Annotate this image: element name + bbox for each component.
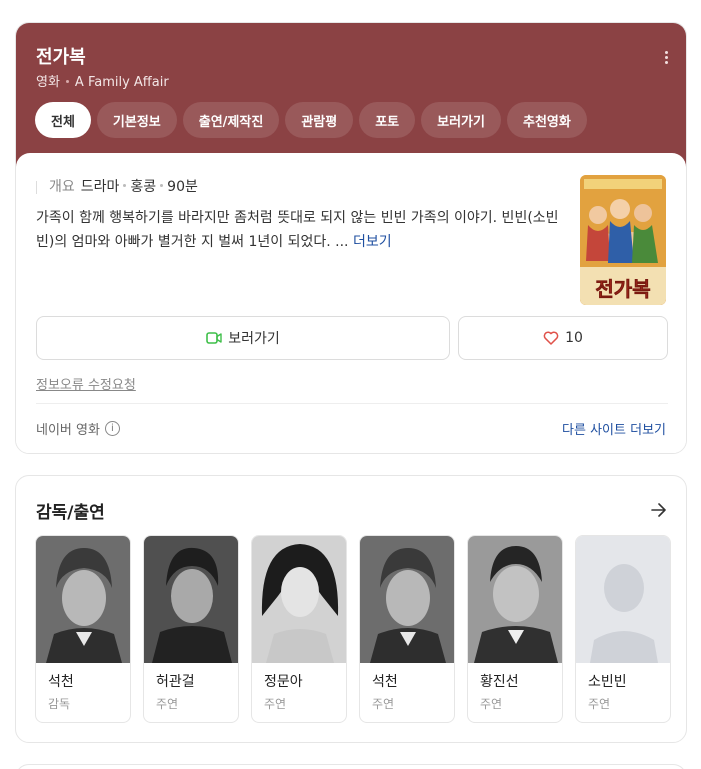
person-name: 소빈빈 <box>588 674 627 690</box>
person-name: 황진선 <box>480 674 519 690</box>
overview-label: 개요 <box>49 179 75 195</box>
default-avatar-icon <box>576 536 670 663</box>
video-icon <box>206 332 222 344</box>
heart-icon <box>543 331 559 345</box>
person-card[interactable]: 석천 감독 <box>35 535 131 723</box>
person-card[interactable]: 석천 주연 <box>359 535 455 723</box>
more-options-icon[interactable] <box>660 51 672 67</box>
info-icon[interactable]: i <box>104 421 120 436</box>
person-role: 주연 <box>264 697 287 711</box>
person-photo <box>36 536 130 663</box>
tab-all[interactable]: 전체 <box>35 102 91 138</box>
arrow-right-icon[interactable] <box>650 502 668 518</box>
source-info: 네이버 영화 i <box>36 419 120 438</box>
tab-basic-info[interactable]: 기본정보 <box>96 102 177 138</box>
tab-bar: 전체 기본정보 출연/제작진 관람평 포토 보러가기 추천영화 <box>35 102 587 138</box>
source-label: 네이버 영화 <box>36 423 100 438</box>
divider <box>36 403 668 404</box>
overview-meta: 개요 드라마 홍콩 90분 <box>36 176 198 196</box>
person-role: 감독 <box>48 697 71 711</box>
person-card[interactable]: 황진선 주연 <box>467 535 563 723</box>
tab-recommended[interactable]: 추천영화 <box>506 102 587 138</box>
overview-section: 개요 드라마 홍콩 90분 가족이 함께 행복하기를 바라지만 좀처럼 뜻대로 되지 … <box>16 153 686 453</box>
person-card[interactable]: 허관걸 주연 <box>143 535 239 723</box>
separator-dot <box>123 184 127 187</box>
tab-cast-crew[interactable]: 출연/제작진 <box>182 102 280 138</box>
like-count: 10 <box>565 330 583 346</box>
next-section-card <box>15 764 687 769</box>
person-role: 주연 <box>480 697 503 711</box>
tab-watch[interactable]: 보러가기 <box>421 102 501 138</box>
report-error-link[interactable]: 정보오류 수정요청 <box>36 374 136 393</box>
separator-dot <box>65 79 69 83</box>
person-photo <box>360 536 454 663</box>
separator-dot <box>160 184 164 187</box>
watch-button[interactable]: 보러가기 <box>36 316 450 360</box>
person-photo <box>144 536 238 663</box>
more-link[interactable]: 더보기 <box>353 234 392 250</box>
person-photo <box>468 536 562 663</box>
poster-art: 전가복 <box>580 175 666 305</box>
movie-info-card: 전가복 영화 A Family Affair 전체 기본정보 출연/제작진 관람평… <box>15 22 687 454</box>
country: 홍콩 <box>130 179 157 195</box>
synopsis: 가족이 함께 행복하기를 바라지만 좀처럼 뜻대로 되지 않는 빈빈 가족의 이… <box>36 206 566 254</box>
other-sites-link[interactable]: 다른 사이트 더보기 <box>562 419 666 438</box>
tab-reviews[interactable]: 관람평 <box>285 102 354 138</box>
meta-bar <box>36 180 37 194</box>
person-role: 주연 <box>372 697 395 711</box>
runtime: 90분 <box>167 179 198 195</box>
movie-poster[interactable]: 전가복 <box>580 175 666 305</box>
person-role: 주연 <box>588 697 611 711</box>
poster-title: 전가복 <box>595 277 650 301</box>
synopsis-text: 가족이 함께 행복하기를 바라지만 좀처럼 뜻대로 되지 않는 빈빈 가족의 이… <box>36 210 559 250</box>
like-button[interactable]: 10 <box>458 316 668 360</box>
category-label: 영화 <box>36 75 60 90</box>
person-photo <box>252 536 346 663</box>
person-photo <box>576 536 670 663</box>
movie-subtitle: 영화 A Family Affair <box>36 71 169 90</box>
tab-photos[interactable]: 포토 <box>359 102 416 138</box>
person-card[interactable]: 소빈빈 주연 <box>575 535 671 723</box>
watch-label: 보러가기 <box>228 331 280 347</box>
genre: 드라마 <box>80 179 120 195</box>
person-name: 정문아 <box>264 674 303 690</box>
cast-title: 감독/출연 <box>36 503 105 523</box>
movie-title[interactable]: 전가복 <box>36 43 86 69</box>
cast-card: 감독/출연 석천 감독 허관걸 주연 정문아 주연 석천 주연 황진선 주연 소… <box>15 475 687 743</box>
person-name: 석천 <box>372 674 398 690</box>
person-name: 허관걸 <box>156 674 195 690</box>
person-card[interactable]: 정문아 주연 <box>251 535 347 723</box>
person-name: 석천 <box>48 674 74 690</box>
english-title: A Family Affair <box>74 75 169 90</box>
cast-list: 석천 감독 허관걸 주연 정문아 주연 석천 주연 황진선 주연 소빈빈 주연 <box>35 535 671 723</box>
person-role: 주연 <box>156 697 179 711</box>
